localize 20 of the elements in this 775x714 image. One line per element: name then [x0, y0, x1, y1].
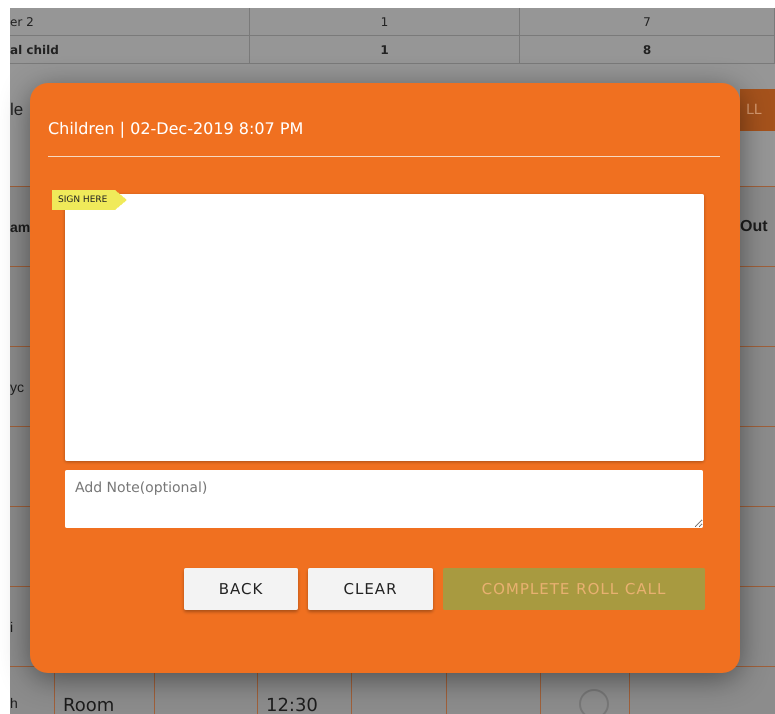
table-cell: 1	[250, 36, 520, 63]
table-cell: am	[10, 218, 30, 234]
table-cell: Room	[63, 695, 114, 714]
table-cell: i	[10, 618, 14, 634]
table-cell: 1	[250, 8, 520, 35]
table-cell: al child	[10, 36, 250, 63]
table-cell: 12:30	[266, 695, 318, 714]
table-cell: 8	[520, 36, 775, 63]
table-cell: Out	[740, 218, 768, 236]
dialog-button[interactable]: BACK	[184, 568, 298, 610]
table-cell: h	[10, 695, 18, 711]
section-heading: le	[10, 100, 24, 120]
dialog-button[interactable]: CLEAR	[308, 568, 433, 610]
dialog-title: Children | 02-Dec-2019 8:07 PM	[48, 83, 720, 157]
sign-here-tag: SIGN HERE	[52, 190, 128, 210]
radio-button[interactable]	[579, 689, 609, 714]
table-cell: 7	[520, 8, 775, 35]
table-cell: er 2	[10, 8, 250, 35]
table-cell: yc	[10, 378, 24, 394]
note-field[interactable]: Add Note(optional)	[65, 470, 703, 528]
